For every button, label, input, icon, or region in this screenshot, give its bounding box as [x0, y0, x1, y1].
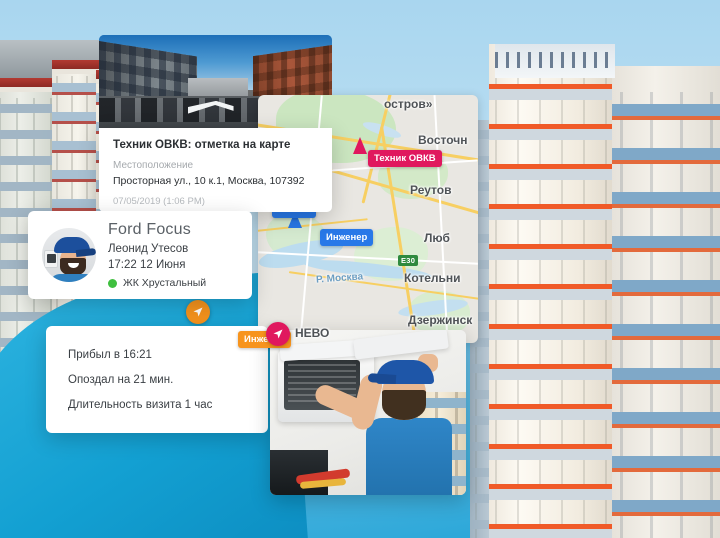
- technician-cap-brim: [367, 373, 397, 384]
- hero-illustration: остров» Восточн Реутов -н ва Люб Котельн…: [0, 0, 720, 538]
- location-card[interactable]: Техник ОВКВ: отметка на карте Местополож…: [99, 128, 332, 212]
- map-label: Котельни: [404, 271, 461, 285]
- navigation-arrow-icon: [193, 307, 203, 317]
- map-pin-label-inzhener[interactable]: Инженер: [320, 229, 374, 246]
- vehicle-card-driver: Леонид Утесов: [108, 243, 189, 255]
- technician-beard: [382, 390, 426, 420]
- map-label: Восточн: [418, 133, 468, 147]
- highrise-crown-decoration: [495, 44, 615, 78]
- map-label: Реутов: [410, 183, 452, 197]
- location-card-timestamp: 07/05/2019 (1:06 PM): [113, 196, 205, 207]
- visit-duration-line: Длительность визита 1 час: [68, 398, 213, 411]
- green-status-dot: [108, 278, 117, 288]
- map-marker-circle-orange[interactable]: [186, 300, 210, 324]
- visit-arrival-line: Прибыл в 16:21: [68, 348, 152, 361]
- technician-body: [366, 418, 452, 495]
- background-highrise-main: [489, 44, 615, 538]
- location-card-title: Техник ОВКВ: отметка на карте: [113, 139, 291, 151]
- vehicle-card-title: Ford Focus: [108, 221, 191, 238]
- map-label: остров»: [384, 97, 433, 111]
- navigation-arrow-icon: [273, 329, 283, 339]
- map-marker-arrow-crimson[interactable]: [353, 137, 367, 154]
- visit-summary-card[interactable]: Прибыл в 16:21 Опоздал на 21 мин. Длител…: [46, 326, 268, 433]
- technician-photo: [270, 330, 466, 495]
- map-label-nevo: НЕВО: [295, 326, 330, 340]
- visit-delay-line: Опоздал на 21 мин.: [68, 373, 174, 386]
- vehicle-card-place: ЖК Хрустальный: [123, 277, 207, 289]
- map-river-label: Р. Москва: [315, 271, 364, 286]
- map-label: Люб: [424, 231, 450, 245]
- map-marker-circle-crimson[interactable]: [266, 322, 290, 346]
- vehicle-card[interactable]: Ford Focus Леонид Утесов 17:22 12 Июня Ж…: [28, 211, 252, 299]
- location-card-subtitle: Местоположение: [113, 160, 194, 171]
- location-card-address: Просторная ул., 10 к.1, Москва, 107392: [113, 175, 305, 187]
- map-label: Дзержинск: [408, 313, 473, 327]
- vehicle-card-place-row: ЖК Хрустальный: [108, 277, 206, 289]
- avatar: [42, 228, 96, 282]
- map-road-shield: E30: [398, 255, 419, 266]
- background-highrise-right: [612, 66, 720, 538]
- vehicle-card-time: 17:22 12 Июня: [108, 259, 186, 271]
- map-pin-label-tehnik-ovkv[interactable]: Техник ОВКВ: [368, 150, 442, 167]
